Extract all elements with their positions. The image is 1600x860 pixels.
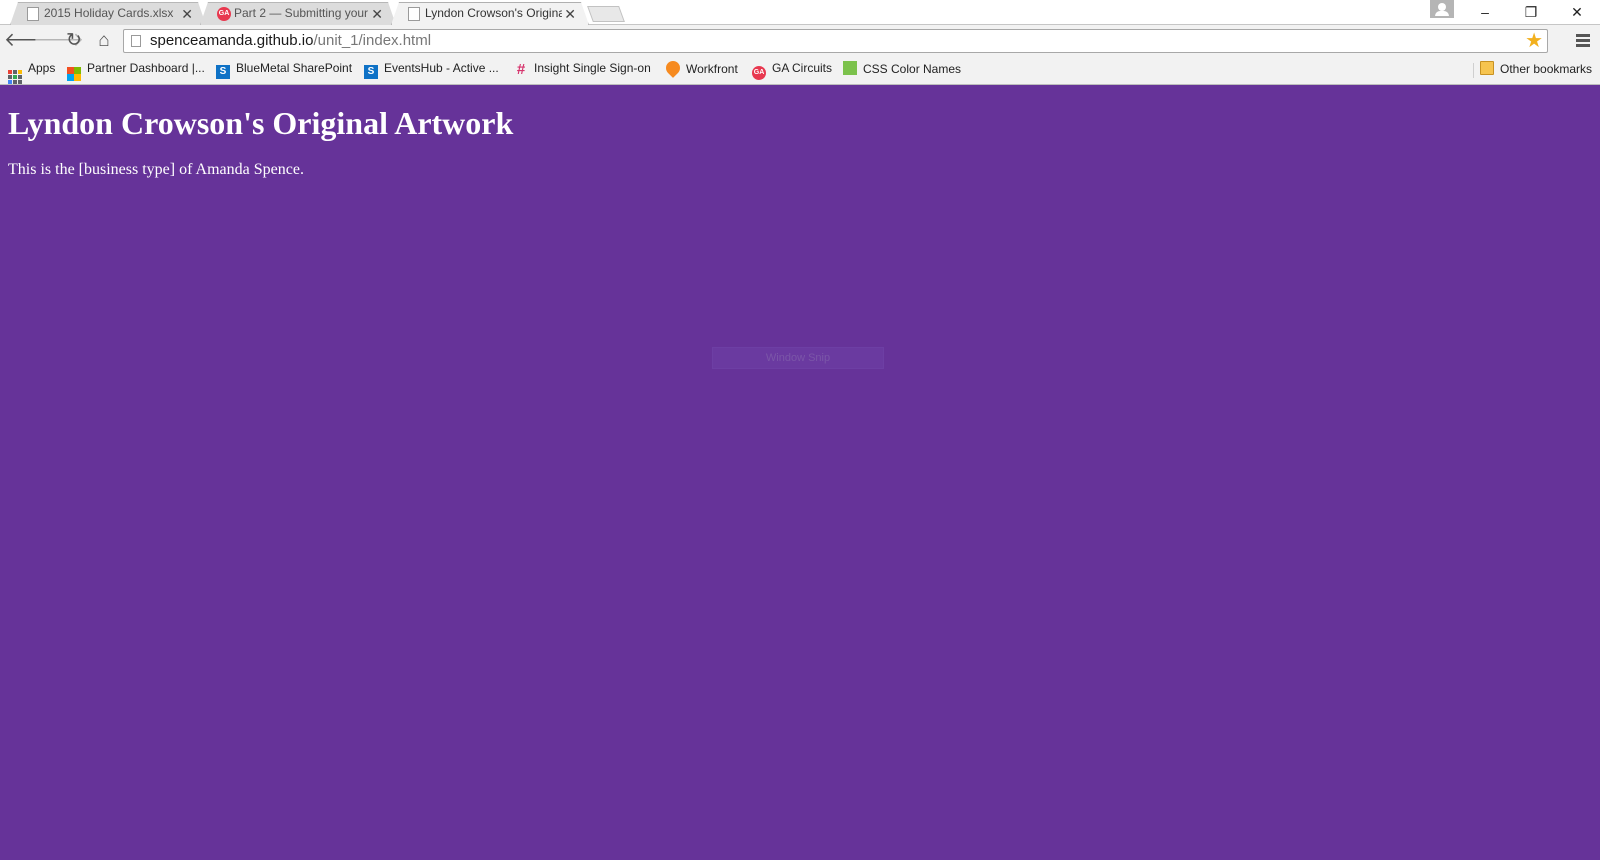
browser-chrome: 2015 Holiday Cards.xlsx ✕ GA Part 2 — Su… <box>0 0 1600 85</box>
home-button[interactable]: ⌂ <box>92 29 116 53</box>
new-tab-button[interactable] <box>587 6 625 22</box>
other-bookmarks[interactable]: Other bookmarks <box>1480 61 1592 79</box>
ga-logo-icon: GA <box>752 66 766 80</box>
bookmark-apps[interactable]: Apps <box>8 61 56 84</box>
bookmark-label: Partner Dashboard |... <box>87 61 205 75</box>
forward-button[interactable]: 🡒 <box>33 29 84 53</box>
bookmark-label: Other bookmarks <box>1500 62 1593 76</box>
bookmark-ga-circuits[interactable]: GA GA Circuits <box>752 61 833 80</box>
url-path: /unit_1/index.html <box>313 32 432 49</box>
reload-button[interactable]: ↻ <box>62 29 86 53</box>
apps-grid-icon <box>8 70 22 84</box>
bookmark-insight-sso[interactable]: # Insight Single Sign-on <box>514 61 651 79</box>
bookmark-label: CSS Color Names <box>863 62 962 76</box>
close-icon[interactable]: ✕ <box>181 4 193 24</box>
back-button[interactable]: 🡐 <box>4 29 55 53</box>
bookmark-label: Workfront <box>686 62 738 76</box>
bookmark-label: Apps <box>28 61 56 75</box>
menu-icon[interactable] <box>1574 32 1592 50</box>
tab-strip: 2015 Holiday Cards.xlsx ✕ GA Part 2 — Su… <box>0 0 1600 25</box>
page-icon <box>131 35 141 47</box>
tab-submitting[interactable]: GA Part 2 — Submitting your ✕ <box>200 2 396 25</box>
window-snip-overlay: Window Snip <box>712 347 884 369</box>
url-host: spenceamanda.github.io <box>150 32 314 49</box>
address-bar[interactable]: spenceamanda.github.io/unit_1/index.html… <box>123 29 1548 53</box>
bookmarks-divider <box>1473 63 1474 78</box>
toolbar: 🡐 🡒 ↻ ⌂ spenceamanda.github.io/unit_1/in… <box>0 25 1600 57</box>
close-icon[interactable]: ✕ <box>564 4 576 24</box>
tab-title: Part 2 — Submitting your <box>234 6 369 20</box>
bookmark-partner-dashboard[interactable]: Partner Dashboard |... <box>67 61 205 81</box>
hashtag-icon: # <box>516 61 526 78</box>
bookmark-star-icon[interactable]: ★ <box>1525 28 1543 53</box>
tab-title: Lyndon Crowson's Original <box>425 6 562 20</box>
css-color-icon <box>843 61 857 75</box>
minimize-button[interactable]: – <box>1462 0 1508 25</box>
workfront-icon <box>663 58 683 78</box>
sharepoint-icon: S <box>364 65 378 79</box>
sharepoint-icon: S <box>216 65 230 79</box>
folder-icon <box>1480 61 1494 75</box>
close-icon[interactable]: ✕ <box>371 4 383 24</box>
bookmark-label: GA Circuits <box>772 61 833 75</box>
document-icon <box>27 7 39 21</box>
microsoft-logo-icon <box>67 67 81 81</box>
bookmarks-bar: Apps Partner Dashboard |... S BlueMetal S… <box>0 57 1600 84</box>
tab-lyndon-crowson[interactable]: Lyndon Crowson's Original ✕ <box>391 2 589 25</box>
document-icon <box>408 7 420 21</box>
ga-logo-icon: GA <box>217 7 231 21</box>
profile-icon[interactable] <box>1430 0 1454 18</box>
page-content: Lyndon Crowson's Original Artwork This i… <box>0 85 1600 860</box>
bookmark-bluemetal-sharepoint[interactable]: S BlueMetal SharePoint <box>216 61 352 79</box>
tab-title: 2015 Holiday Cards.xlsx <box>44 6 174 20</box>
window-close-button[interactable]: ✕ <box>1554 0 1600 25</box>
bookmark-label: EventsHub - Active ... <box>384 61 499 75</box>
url-text[interactable]: spenceamanda.github.io/unit_1/index.html <box>150 32 431 49</box>
bookmark-workfront[interactable]: Workfront <box>663 58 738 79</box>
bookmark-eventshub[interactable]: S EventsHub - Active ... <box>364 61 499 79</box>
restore-button[interactable]: ❐ <box>1508 0 1554 25</box>
tab-holiday-cards[interactable]: 2015 Holiday Cards.xlsx ✕ <box>10 2 206 25</box>
bookmark-css-color-names[interactable]: CSS Color Names <box>843 61 961 79</box>
page-title: Lyndon Crowson's Original Artwork <box>8 105 514 141</box>
bookmark-label: Insight Single Sign-on <box>534 61 651 75</box>
page-paragraph: This is the [business type] of Amanda Sp… <box>8 161 304 178</box>
bookmark-label: BlueMetal SharePoint <box>236 61 353 75</box>
